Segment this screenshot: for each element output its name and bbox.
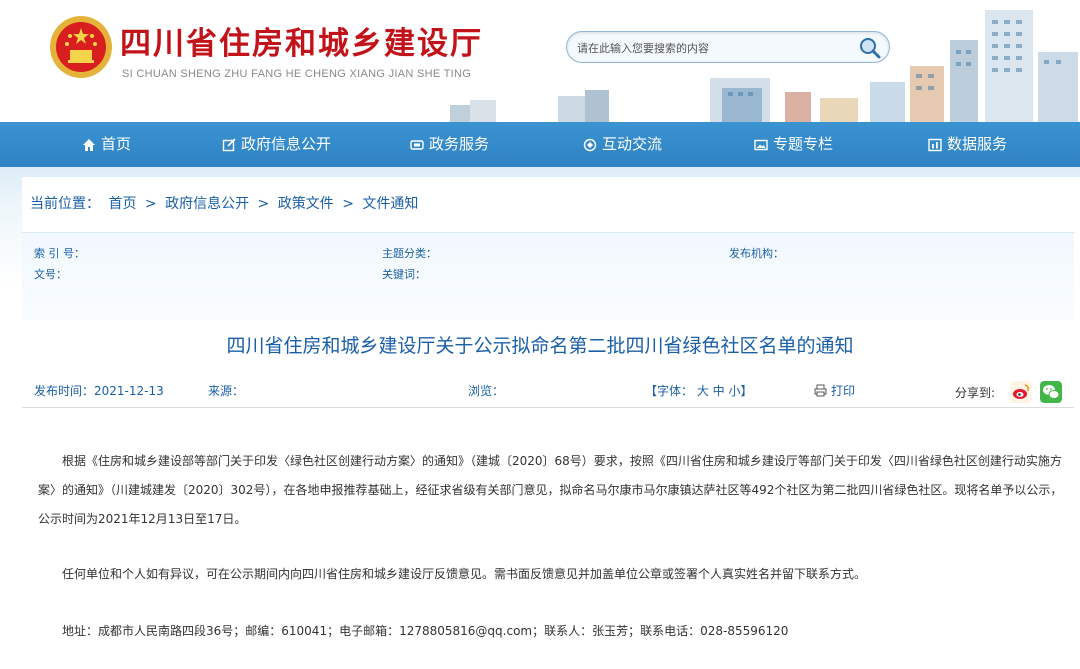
print-button[interactable]: 打印 (814, 382, 855, 399)
nav-item-special-topics[interactable]: 专题专栏 (754, 122, 833, 167)
breadcrumb-item-home[interactable]: 首页 (108, 196, 136, 212)
article-paragraph: 根据《住房和城乡建设部等部门关于印发〈绿色社区创建行动方案〉的通知》（建城〔20… (38, 454, 1063, 526)
breadcrumb-separator: > (144, 196, 157, 212)
document-meta-box: 索 引 号： 主题分类： 发布机构： 文号： 关键词： (22, 232, 1074, 320)
index-number-label: 索 引 号： (34, 247, 85, 260)
article-title: 四川省住房和城乡建设厅关于公示拟命名第二批四川省绿色社区名单的通知 (226, 335, 854, 357)
nav-label: 首页 (101, 135, 132, 153)
data-icon (928, 138, 942, 151)
interact-icon (583, 138, 597, 151)
doc-number-label: 文号： (34, 268, 67, 281)
printer-icon (814, 384, 827, 397)
nav-item-gov-info[interactable]: 政府信息公开 (222, 122, 331, 167)
article-info-bar: 发布时间：2021-12-13 来源： 浏览： 【字体： 大 中 小】 打印 分… (22, 370, 1074, 408)
views-label: 浏览： (468, 384, 505, 398)
breadcrumb-item-policy-docs[interactable]: 政策文件 (278, 196, 334, 212)
weibo-icon[interactable] (1010, 381, 1032, 403)
source-label: 来源： (208, 384, 245, 398)
image-icon (754, 139, 768, 150)
breadcrumb-separator: > (342, 196, 354, 212)
site-subtitle: SI CHUAN SHENG ZHU FANG HE CHENG XIANG J… (122, 68, 472, 80)
nav-label: 数据服务 (947, 135, 1008, 153)
home-icon (83, 138, 95, 151)
search-input[interactable] (577, 38, 857, 58)
breadcrumb: 当前位置： 首页 > 政府信息公开 > 政策文件 > 文件通知 (30, 193, 422, 213)
share-label: 分享到: (955, 386, 996, 400)
keywords-label: 关键词： (382, 268, 426, 281)
main-nav: 首页 政府信息公开 政务服务 互动交流 专题专栏 数据服务 (0, 122, 1080, 167)
nav-label: 专题专栏 (773, 135, 834, 153)
topic-category-label: 主题分类： (382, 247, 437, 260)
site-header: 四川省住房和城乡建设厅 SI CHUAN SHENG ZHU FANG HE C… (0, 0, 1080, 122)
nav-item-home[interactable]: 首页 (82, 122, 131, 167)
breadcrumb-separator: > (257, 196, 270, 212)
article-paragraph: 任何单位和个人如有异议，可在公示期间内向四川省住房和城乡建设厅反馈意见。需书面反… (62, 567, 867, 581)
article-paragraph: 地址：成都市人民南路四段36号；邮编：610041；电子邮箱：127880581… (62, 624, 789, 638)
search-box (566, 31, 890, 63)
nav-label: 政府信息公开 (241, 135, 332, 153)
edit-icon (222, 137, 236, 151)
breadcrumb-prefix: 当前位置： (30, 196, 100, 212)
nav-item-data-services[interactable]: 数据服务 (928, 122, 1007, 167)
font-size-control[interactable]: 【字体： 大 中 小】 (645, 382, 752, 399)
publisher-label: 发布机构： (729, 247, 784, 260)
breadcrumb-item-notices[interactable]: 文件通知 (362, 196, 418, 212)
nav-item-interaction[interactable]: 互动交流 (583, 122, 662, 167)
nav-label: 政务服务 (429, 135, 490, 153)
nav-label: 互动交流 (602, 135, 663, 153)
print-label: 打印 (831, 384, 856, 398)
breadcrumb-item-gov-info[interactable]: 政府信息公开 (165, 196, 249, 212)
site-title: 四川省住房和城乡建设厅 (120, 26, 483, 62)
publish-time: 发布时间：2021-12-13 (34, 384, 164, 398)
wechat-icon[interactable] (1040, 381, 1062, 403)
nav-item-gov-services[interactable]: 政务服务 (410, 122, 489, 167)
service-icon (410, 139, 424, 150)
search-icon[interactable] (857, 35, 883, 61)
national-emblem-icon (50, 16, 112, 78)
